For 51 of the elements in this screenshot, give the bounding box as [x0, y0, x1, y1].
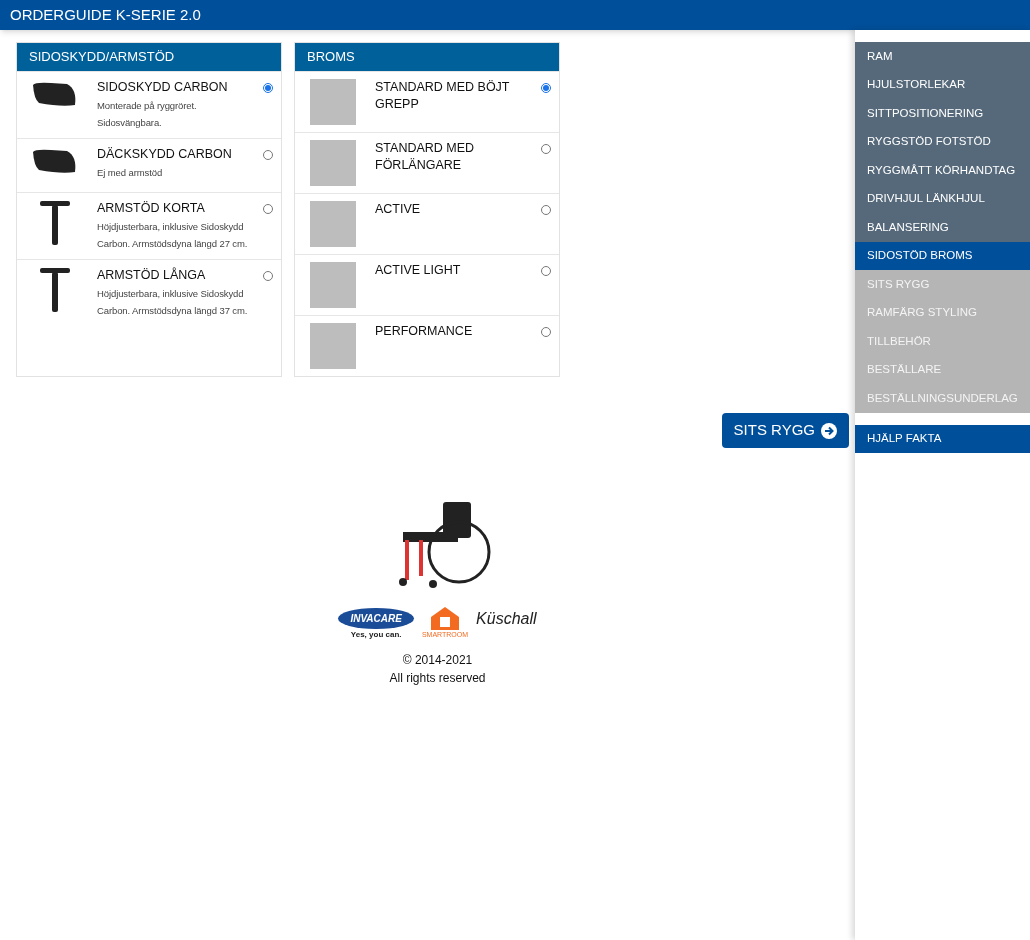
sidebar-item[interactable]: RYGGMÅTT KÖRHANDTAG	[855, 156, 1030, 185]
panel-title: SIDOSKYDD/ARMSTÖD	[17, 43, 281, 71]
option-row[interactable]: STANDARD MED FÖRLÄNGARE	[295, 132, 559, 193]
option-row[interactable]: SIDOSKYDD CARBON Monterade på ryggröret. Sidosvängbara.	[17, 71, 281, 138]
option-name: ACTIVE LIGHT	[375, 262, 462, 279]
photo-placeholder	[310, 201, 356, 247]
option-name: STANDARD MED FÖRLÄNGARE	[375, 140, 476, 174]
option-description: Höjdjusterbara, inklusive Sidoskydd Carbon. Armstödsdyna längd 27 cm.	[97, 220, 249, 251]
sidebar-item[interactable]: HJULSTORLEKAR	[855, 70, 1030, 99]
radio-button[interactable]	[263, 83, 273, 93]
sidebar-item[interactable]: SITTPOSITIONERING	[855, 99, 1030, 128]
option-name: ARMSTÖD KORTA	[97, 200, 206, 217]
option-name: ARMSTÖD LÅNGA	[97, 267, 207, 284]
app-title: ORDERGUIDE K-SERIE 2.0	[10, 4, 201, 25]
sidebar-item[interactable]: RYGGSTÖD FOTSTÖD	[855, 127, 1030, 156]
kuschall-logo: Küschall	[476, 608, 537, 629]
logo-tagline: Yes, you can.	[350, 628, 402, 641]
panel-title: BROMS	[295, 43, 559, 71]
house-logo-icon	[430, 606, 460, 630]
armrest-icon	[38, 200, 72, 246]
rights-text: All rights reserved	[389, 669, 486, 687]
option-row[interactable]: ARMSTÖD LÅNGA Höjdjusterbara, inklusive Sidoskydd Carbon. Armstödsdyna längd 37 cm.	[17, 259, 281, 326]
photo-placeholder	[310, 323, 356, 369]
photo-placeholder	[310, 262, 356, 308]
option-name: STANDARD MED BÖJT GREPP	[375, 79, 511, 113]
armrest-icon	[38, 267, 72, 313]
sidebar-item[interactable]: SIDOSTÖD BROMS	[855, 241, 1030, 270]
option-row[interactable]: ACTIVE LIGHT	[295, 254, 559, 315]
photo-placeholder	[310, 140, 356, 186]
option-name: ACTIVE	[375, 201, 422, 218]
option-row[interactable]: STANDARD MED BÖJT GREPP	[295, 71, 559, 132]
option-name: DÄCKSKYDD CARBON	[97, 146, 233, 163]
help-item[interactable]: HJÄLP FAKTA	[855, 424, 1030, 453]
option-row[interactable]: ARMSTÖD KORTA Höjdjusterbara, inklusive Sidoskydd Carbon. Armstödsdyna längd 27 cm.	[17, 192, 281, 259]
option-name: SIDOSKYDD CARBON	[97, 79, 229, 96]
next-button[interactable]: SITS RYGG	[721, 413, 849, 448]
photo-placeholder	[310, 79, 356, 125]
option-row[interactable]: DÄCKSKYDD CARBON Ej med armstöd	[17, 138, 281, 192]
option-name: PERFORMANCE	[375, 323, 474, 340]
option-row[interactable]: ACTIVE	[295, 193, 559, 254]
option-row[interactable]: PERFORMANCE	[295, 315, 559, 376]
sidebar-item[interactable]: DRIVHJUL LÄNKHJUL	[855, 184, 1030, 213]
invacare-logo: INVACARE	[338, 607, 414, 629]
radio-button[interactable]	[541, 83, 551, 93]
sidebar-item[interactable]: RAM	[855, 42, 1030, 71]
option-description: Ej med armstöd	[97, 166, 164, 180]
copyright-text: © 2014-2021	[402, 651, 473, 669]
option-description: Monterade på ryggröret. Sidosvängbara.	[97, 99, 198, 130]
option-description: Höjdjusterbara, inklusive Sidoskydd Carbon. Armstödsdyna längd 37 cm.	[97, 287, 249, 318]
sidebar-item[interactable]: BALANSERING	[855, 213, 1030, 242]
arrow-right-icon	[821, 422, 837, 439]
